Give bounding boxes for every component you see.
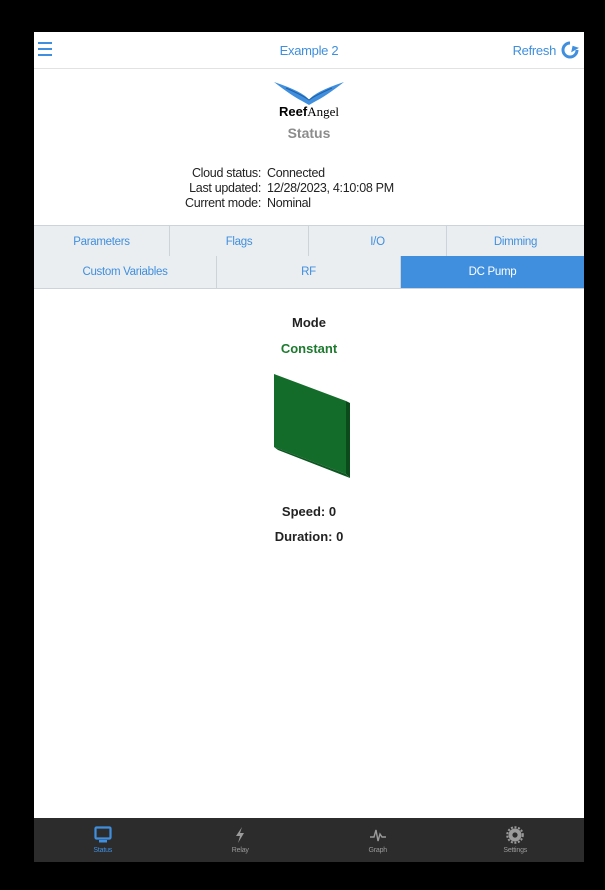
top-bar: Example 2 Refresh	[34, 32, 584, 69]
last-updated-row: Last updated: 12/28/2023, 4:10:08 PM	[34, 181, 584, 196]
tab-bar-row2: Custom Variables RF DC Pump	[34, 256, 584, 289]
tab-rf[interactable]: RF	[217, 256, 401, 288]
app-window: Example 2 Refresh ReefAngel Status Cloud…	[34, 32, 584, 862]
constant-mode-waveform-icon	[274, 374, 350, 478]
last-updated-label: Last updated:	[189, 181, 261, 195]
status-heading: Status	[287, 125, 331, 141]
tab-dc-pump[interactable]: DC Pump	[401, 256, 584, 288]
brand-name: ReefAngel	[34, 104, 584, 120]
duration-readout: Duration: 0	[274, 529, 344, 544]
bottom-navigation: Status Relay Graph Settings	[34, 818, 584, 862]
tab-dimming[interactable]: Dimming	[447, 226, 584, 257]
cloud-status-value: Connected	[267, 166, 325, 180]
monitor-icon	[94, 826, 112, 843]
nav-settings-label: Settings	[503, 847, 528, 854]
brand-regular: Angel	[307, 104, 339, 119]
current-mode-row: Current mode: Nominal	[34, 196, 584, 211]
gear-icon	[506, 826, 525, 844]
nav-status[interactable]: Status	[34, 818, 172, 862]
refresh-button[interactable]: Refresh	[513, 38, 580, 62]
current-mode-label: Current mode:	[185, 196, 261, 210]
nav-settings[interactable]: Settings	[447, 818, 585, 862]
mode-label: Mode	[292, 315, 326, 330]
mode-value: Constant	[280, 341, 338, 356]
tab-io[interactable]: I/O	[309, 226, 447, 257]
nav-graph-label: Graph	[368, 847, 388, 854]
refresh-label: Refresh	[512, 42, 557, 58]
lightning-bolt-icon	[236, 827, 245, 843]
pulse-graph-icon	[369, 829, 386, 842]
current-mode-value: Nominal	[267, 196, 311, 210]
tab-bar-row1: Parameters Flags I/O Dimming	[34, 225, 584, 258]
cloud-status-label: Cloud status:	[191, 166, 261, 180]
nav-relay-label: Relay	[231, 847, 249, 854]
tab-custom-variables[interactable]: Custom Variables	[34, 256, 217, 288]
refresh-icon	[561, 41, 579, 59]
nav-relay[interactable]: Relay	[172, 818, 310, 862]
brand-bold: Reef	[279, 104, 308, 119]
speed-readout: Speed: 0	[281, 504, 337, 519]
cloud-status-row: Cloud status: Connected	[34, 166, 584, 181]
nav-status-label: Status	[93, 847, 113, 854]
nav-graph[interactable]: Graph	[309, 818, 447, 862]
last-updated-value: 12/28/2023, 4:10:08 PM	[267, 181, 394, 195]
tab-parameters[interactable]: Parameters	[34, 226, 170, 257]
tab-flags[interactable]: Flags	[170, 226, 309, 257]
page-title: Example 2	[279, 43, 339, 58]
